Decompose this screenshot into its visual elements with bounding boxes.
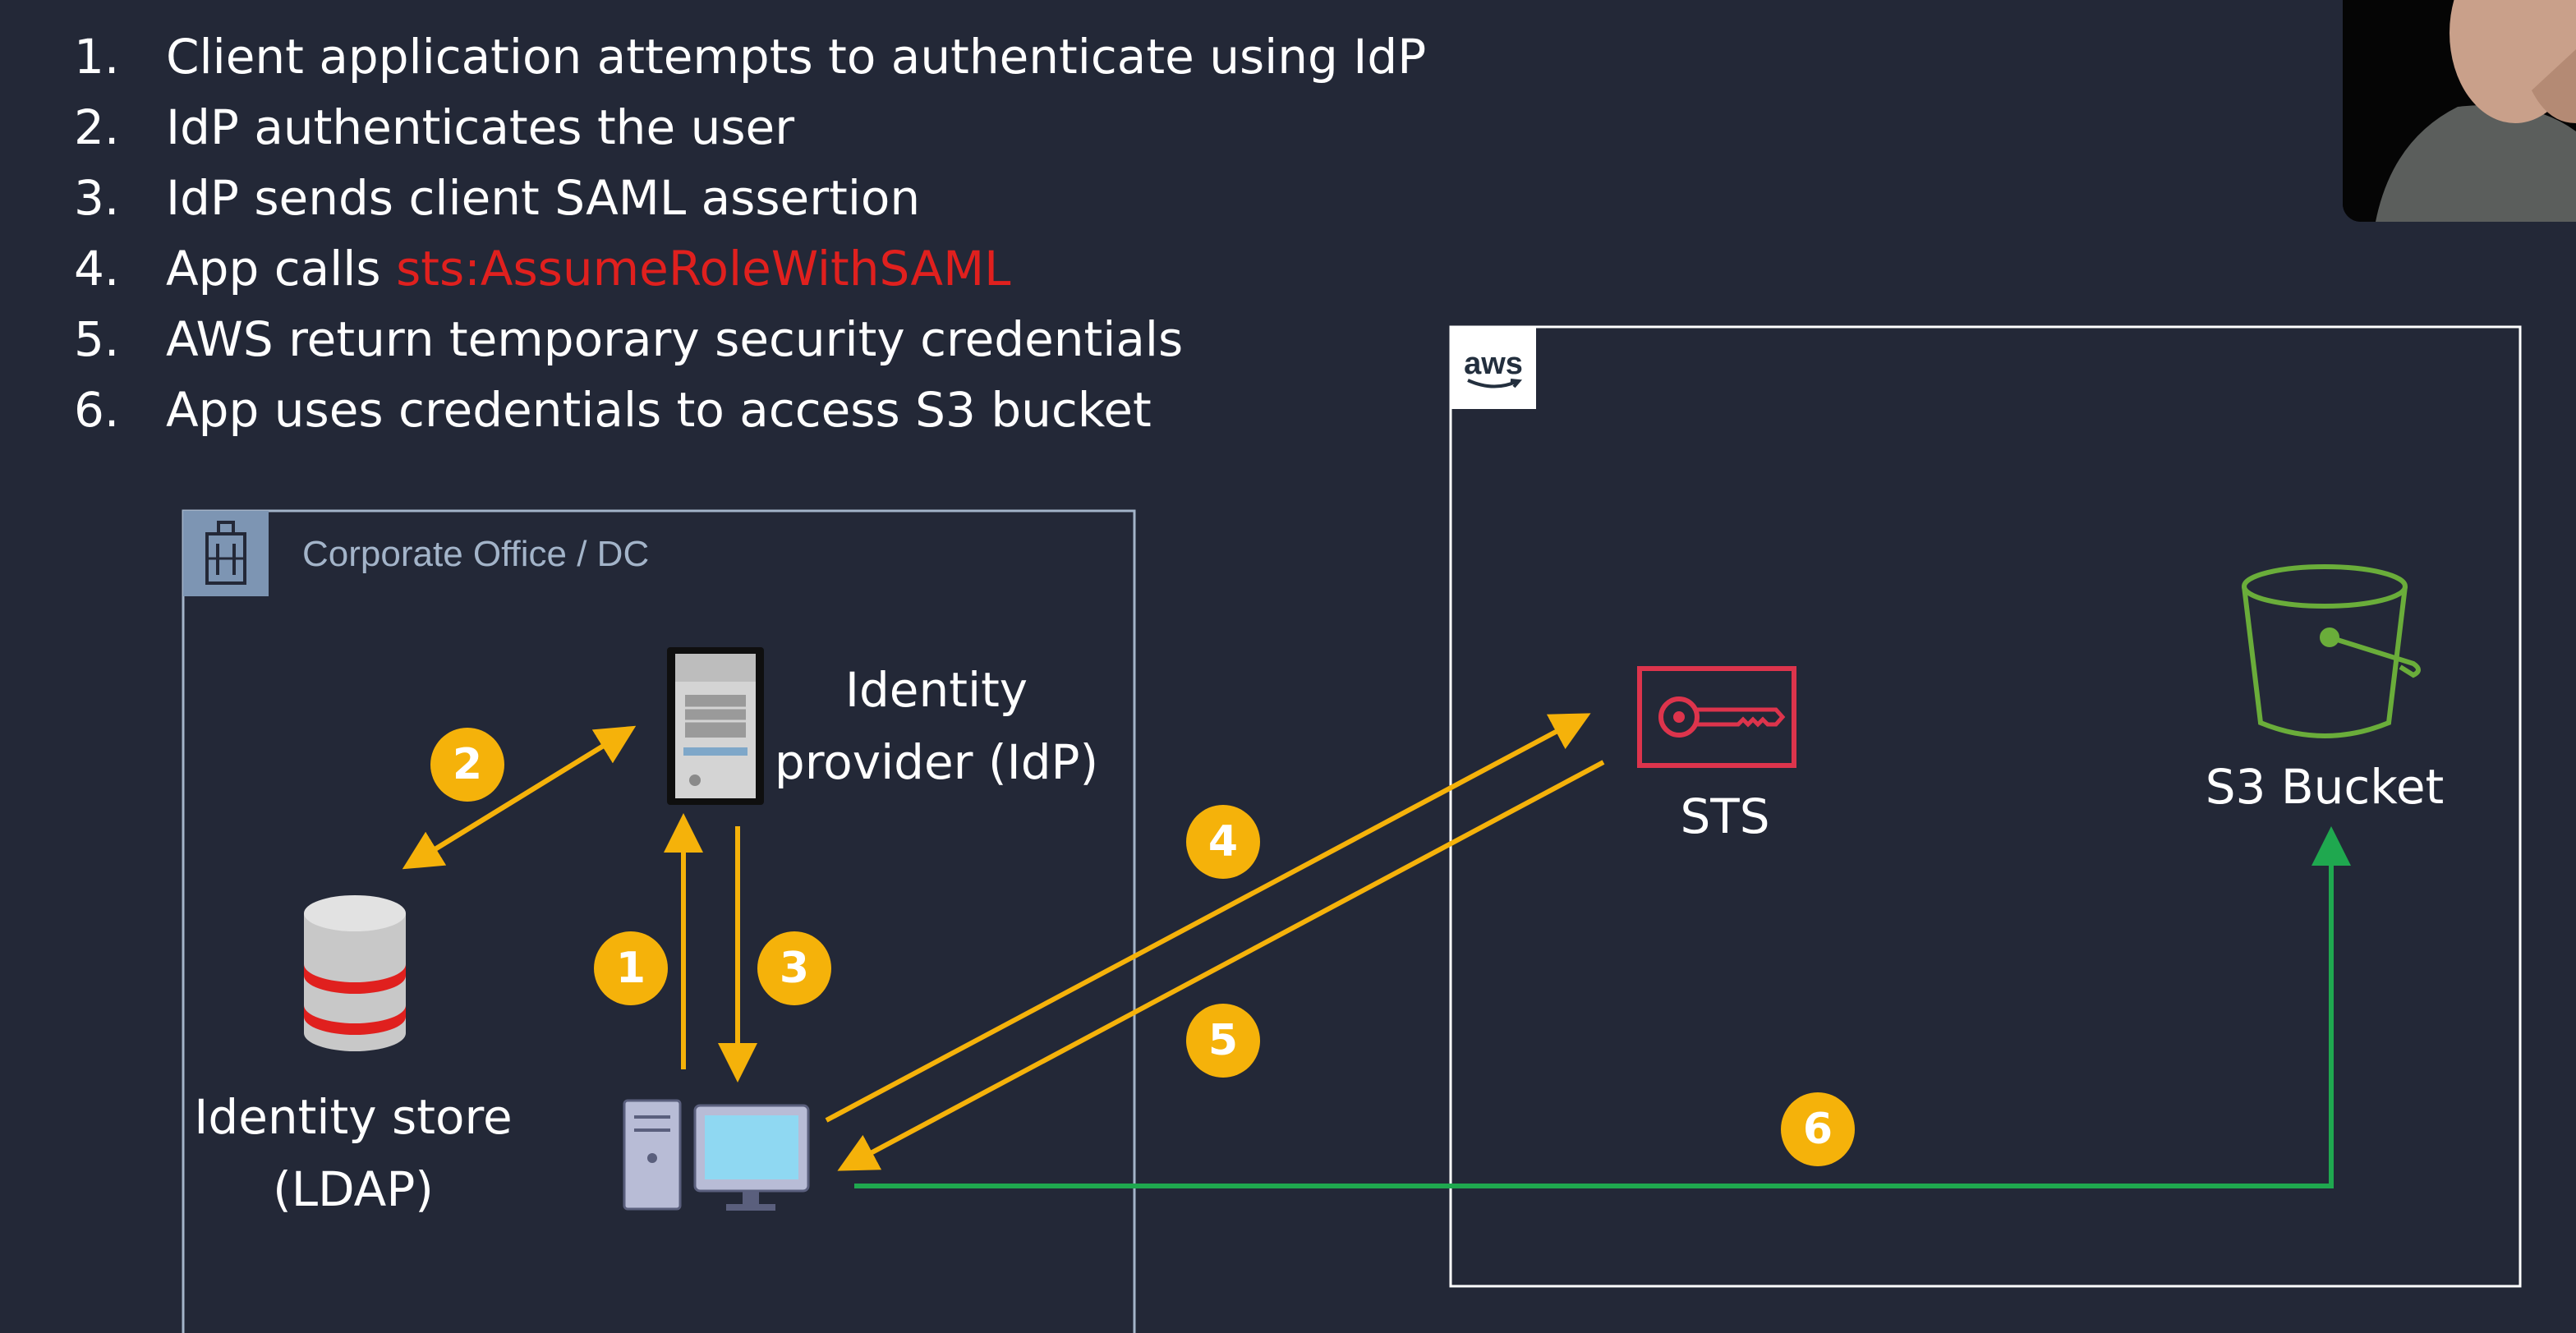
aws-logo-icon: aws (1451, 327, 1536, 409)
step-badge-5: 5 (1186, 1004, 1260, 1078)
database-icon (304, 895, 406, 1051)
api-call-highlight: sts:AssumeRoleWithSAML (396, 241, 1011, 296)
step-number: 4. (74, 241, 120, 296)
idp-label-line2: provider (IdP) (774, 734, 1099, 790)
step-badge-3: 3 (757, 931, 831, 1005)
client-computer-icon (623, 1099, 810, 1211)
bucket-icon (2242, 564, 2421, 738)
steps-list: 1. Client application attempts to authent… (74, 21, 1426, 445)
step-text: Client application attempts to authentic… (166, 29, 1427, 85)
step-item: 2. IdP authenticates the user (74, 92, 1426, 163)
step-badge-1: 1 (594, 931, 668, 1005)
step-text: IdP sends client SAML assertion (166, 170, 921, 226)
identity-store-label-line2: (LDAP) (273, 1161, 434, 1217)
step-text: AWS return temporary security credential… (166, 311, 1184, 367)
step-number: 1. (74, 29, 120, 85)
step-item: 1. Client application attempts to authent… (74, 21, 1426, 92)
step-text: App uses credentials to access S3 bucket (166, 382, 1152, 438)
step-text: IdP authenticates the user (166, 99, 795, 155)
step-number: 3. (74, 170, 120, 226)
step-badge-2: 2 (430, 728, 504, 802)
step-item: 5. AWS return temporary security credenti… (74, 304, 1426, 375)
step-text: App calls (166, 241, 397, 296)
key-icon (1637, 666, 1796, 768)
corporate-office-label: Corporate Office / DC (302, 534, 650, 574)
idp-label-line1: Identity (844, 662, 1028, 718)
building-icon (183, 511, 269, 596)
step-badge-6: 6 (1781, 1092, 1855, 1166)
step-badge-4: 4 (1186, 805, 1260, 879)
presenter-webcam (2343, 0, 2576, 222)
step-item: 4. App calls sts:AssumeRoleWithSAML (74, 233, 1426, 304)
s3-bucket-label: S3 Bucket (2205, 759, 2445, 815)
identity-store-label-line1: Identity store (194, 1089, 513, 1145)
sts-label: STS (1680, 788, 1770, 844)
step-item: 6. App uses credentials to access S3 buck… (74, 375, 1426, 445)
step-number: 5. (74, 311, 120, 367)
step-number: 2. (74, 99, 120, 155)
step-number: 6. (74, 382, 120, 438)
step-item: 3. IdP sends client SAML assertion (74, 163, 1426, 233)
server-icon (667, 647, 764, 805)
arrow-step-6 (854, 826, 2351, 1188)
